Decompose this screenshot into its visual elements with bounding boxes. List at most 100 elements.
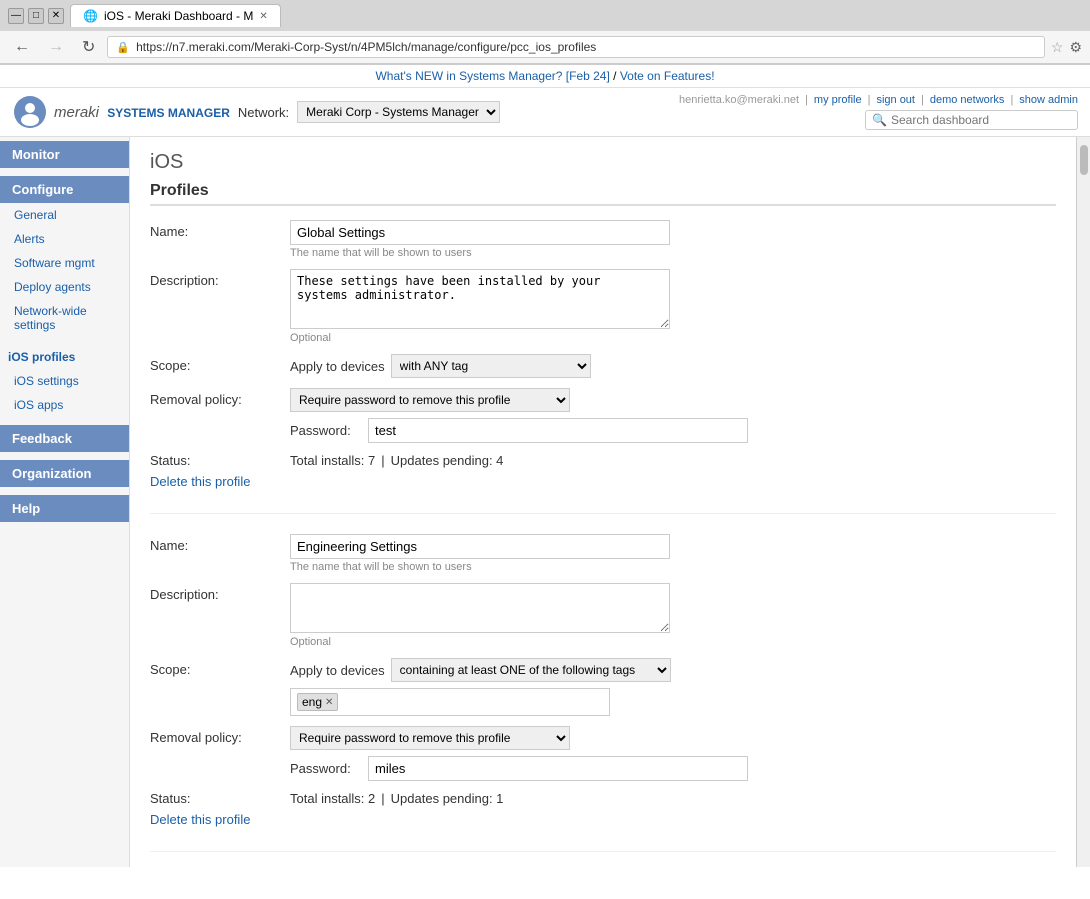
bookmark-icon[interactable]: ☆	[1051, 39, 1064, 56]
profile-2-tags-area[interactable]: eng ✕	[290, 688, 610, 716]
profile-block-2: Name: The name that will be shown to use…	[150, 534, 1056, 852]
app-container: meraki SYSTEMS MANAGER Network: Meraki C…	[0, 88, 1090, 867]
profile-2-password-row: Password:	[290, 756, 1056, 781]
profile-1-delete-link[interactable]: Delete this profile	[150, 474, 1056, 489]
tag-eng-remove[interactable]: ✕	[325, 697, 333, 708]
tab-close-icon[interactable]: ✕	[259, 11, 267, 22]
network-selector: Network: Meraki Corp - Systems Manager	[238, 101, 500, 123]
lock-icon: 🔒	[116, 41, 130, 54]
profile-1-status-label: Status:	[150, 453, 290, 468]
profile-2-delete-link[interactable]: Delete this profile	[150, 812, 1056, 827]
profile-2-scope-label: Scope:	[150, 658, 290, 677]
address-text[interactable]: https://n7.meraki.com/Meraki-Corp-Syst/n…	[136, 40, 1036, 54]
logo-area: meraki SYSTEMS MANAGER Network: Meraki C…	[12, 94, 500, 130]
profile-1-desc-row: Description: These settings have been in…	[150, 269, 1056, 344]
profile-1-status-sep: |	[381, 453, 384, 468]
profile-2-scope-prefix: Apply to devices	[290, 663, 385, 678]
profile-1-name-label: Name:	[150, 220, 290, 239]
profile-1-scope-field: Apply to devices with ANY tag containing…	[290, 354, 1056, 378]
profile-1-name-input[interactable]	[290, 220, 670, 245]
sidebar-item-alerts[interactable]: Alerts	[0, 227, 129, 251]
sidebar-item-general[interactable]: General	[0, 203, 129, 227]
profile-2-removal-row: Removal policy: Require password to remo…	[150, 726, 1056, 781]
browser-chrome: — □ ✕ 🌐 iOS - Meraki Dashboard - M ✕ ← →…	[0, 0, 1090, 65]
nav-bar: ← → ↻ 🔒 https://n7.meraki.com/Meraki-Cor…	[0, 31, 1090, 64]
sidebar-item-ios-settings[interactable]: iOS settings	[0, 369, 129, 393]
profile-2-name-row: Name: The name that will be shown to use…	[150, 534, 1056, 573]
tab-favicon: 🌐	[83, 9, 98, 23]
search-icon: 🔍	[872, 113, 887, 127]
sidebar-item-ios-apps[interactable]: iOS apps	[0, 393, 129, 417]
profile-1-desc-field: These settings have been installed by yo…	[290, 269, 1056, 344]
network-label: Network:	[238, 105, 289, 120]
profile-2-desc-textarea[interactable]	[290, 583, 670, 633]
profile-1-name-hint: The name that will be shown to users	[290, 247, 1056, 259]
sidebar: Monitor Configure General Alerts Softwar…	[0, 137, 130, 867]
maximize-button[interactable]: □	[28, 8, 44, 24]
profile-2-removal-select[interactable]: Require password to remove this profile …	[290, 726, 570, 750]
search-bar: 🔍	[865, 110, 1078, 130]
feedback-section: Feedback	[0, 421, 129, 456]
sign-out-link[interactable]: sign out	[876, 94, 915, 106]
profile-1-scope-select[interactable]: with ANY tag containing at least ONE of …	[391, 354, 591, 378]
profile-1-password-label: Password:	[290, 423, 362, 438]
profile-2-scope-row: Scope: Apply to devices containing at le…	[150, 658, 1056, 716]
close-button[interactable]: ✕	[48, 8, 64, 24]
profile-2-status-sep: |	[381, 791, 384, 806]
profile-2-name-field: The name that will be shown to users	[290, 534, 1056, 573]
header-right: henrietta.ko@meraki.net | my profile | s…	[679, 94, 1078, 130]
profile-2-password-label: Password:	[290, 761, 362, 776]
show-admin-link[interactable]: show admin	[1019, 94, 1078, 106]
sidebar-item-software-mgmt[interactable]: Software mgmt	[0, 251, 129, 275]
profile-1-desc-textarea[interactable]: These settings have been installed by yo…	[290, 269, 670, 329]
profile-block-1: Name: The name that will be shown to use…	[150, 220, 1056, 514]
profile-1-desc-label: Description:	[150, 269, 290, 288]
monitor-header[interactable]: Monitor	[0, 141, 129, 168]
ios-section: iOS profiles iOS settings iOS apps	[0, 341, 129, 421]
sidebar-item-deploy-agents[interactable]: Deploy agents	[0, 275, 129, 299]
vertical-scrollbar[interactable]	[1076, 137, 1090, 867]
organization-header[interactable]: Organization	[0, 460, 129, 487]
feedback-header[interactable]: Feedback	[0, 425, 129, 452]
section-title: Profiles	[150, 182, 1056, 206]
logo-sm-text: SYSTEMS MANAGER	[107, 106, 230, 120]
profile-2-scope-select[interactable]: containing at least ONE of the following…	[391, 658, 671, 682]
profile-1-removal-field: Require password to remove this profile …	[290, 388, 1056, 443]
main-content: iOS Profiles Name: The name that will be…	[130, 137, 1076, 867]
sidebar-item-ios-profiles[interactable]: iOS profiles	[0, 345, 129, 369]
profile-1-password-input[interactable]	[368, 418, 748, 443]
refresh-button[interactable]: ↻	[76, 35, 101, 59]
organization-section: Organization	[0, 456, 129, 491]
configure-header[interactable]: Configure	[0, 176, 129, 203]
extension-icon[interactable]: ⚙	[1069, 39, 1082, 56]
demo-networks-link[interactable]: demo networks	[930, 94, 1005, 106]
active-tab[interactable]: 🌐 iOS - Meraki Dashboard - M ✕	[70, 4, 281, 27]
user-email: henrietta.ko@meraki.net	[679, 94, 799, 106]
profile-1-status-row: Status: Total installs: 7 | Updates pend…	[150, 453, 1056, 468]
profile-2-status-row: Status: Total installs: 2 | Updates pend…	[150, 791, 1056, 806]
help-header[interactable]: Help	[0, 495, 129, 522]
monitor-section: Monitor	[0, 137, 129, 172]
profile-1-removal-select[interactable]: Require password to remove this profile …	[290, 388, 570, 412]
vote-features-link[interactable]: Vote on Features!	[620, 69, 715, 83]
network-dropdown[interactable]: Meraki Corp - Systems Manager	[297, 101, 500, 123]
profile-1-status-updates: Updates pending: 4	[391, 453, 504, 468]
main-area: Monitor Configure General Alerts Softwar…	[0, 137, 1090, 867]
forward-button[interactable]: →	[42, 36, 70, 58]
profile-1-scope-row: Scope: Apply to devices with ANY tag con…	[150, 354, 1056, 378]
search-input[interactable]	[891, 113, 1071, 127]
profile-1-desc-hint: Optional	[290, 332, 1056, 344]
profile-2-status-installs: Total installs: 2	[290, 791, 375, 806]
profile-1-name-field: The name that will be shown to users	[290, 220, 1056, 259]
profile-2-name-input[interactable]	[290, 534, 670, 559]
profile-2-password-input[interactable]	[368, 756, 748, 781]
profile-2-desc-row: Description: Optional	[150, 583, 1056, 648]
back-button[interactable]: ←	[8, 36, 36, 58]
sidebar-item-network-wide[interactable]: Network-wide settings	[0, 299, 129, 337]
my-profile-link[interactable]: my profile	[814, 94, 862, 106]
profile-2-status-label: Status:	[150, 791, 290, 806]
profile-2-removal-label: Removal policy:	[150, 726, 290, 745]
whats-new-link[interactable]: What's NEW in Systems Manager? [Feb 24]	[375, 69, 609, 83]
minimize-button[interactable]: —	[8, 8, 24, 24]
profile-2-name-hint: The name that will be shown to users	[290, 561, 1056, 573]
